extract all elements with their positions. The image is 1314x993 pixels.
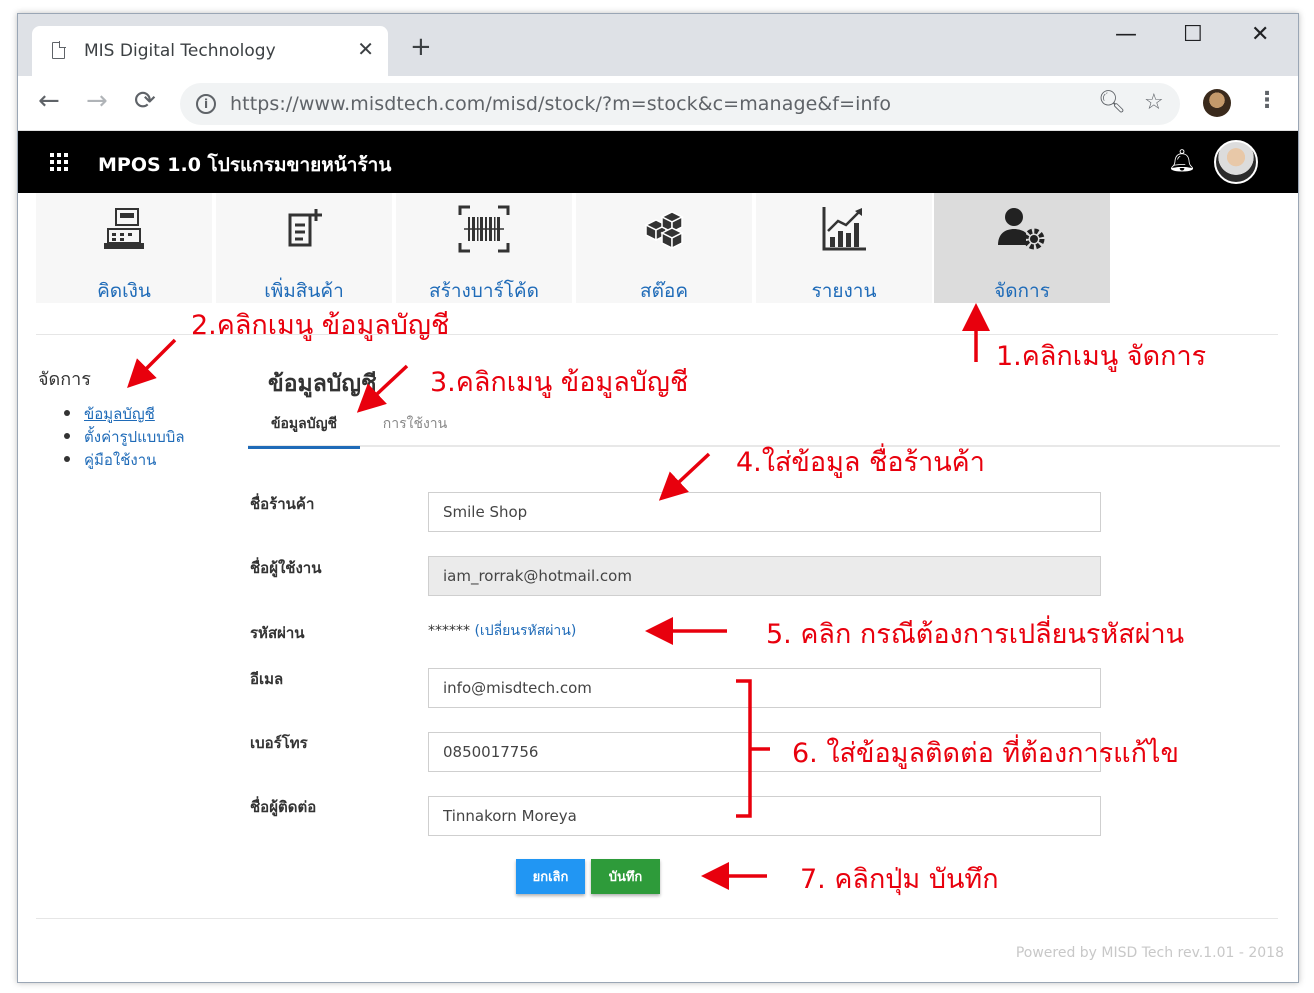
cancel-button[interactable]: ยกเลิก bbox=[516, 859, 585, 894]
address-bar[interactable]: i https://www.misdtech.com/misd/stock/?m… bbox=[180, 83, 1180, 125]
username-input[interactable] bbox=[428, 556, 1101, 596]
reload-icon[interactable]: ⟳ bbox=[134, 88, 156, 114]
new-tab-button[interactable]: + bbox=[410, 34, 432, 60]
email-label: อีเมล bbox=[250, 670, 284, 688]
user-avatar[interactable] bbox=[1214, 140, 1258, 184]
menu-label: เพิ่มสินค้า bbox=[264, 280, 344, 302]
barcode-icon bbox=[396, 203, 572, 268]
username-label: ชื่อผู้ใช้งาน bbox=[250, 559, 322, 577]
sidebar-heading: จัดการ bbox=[38, 369, 91, 390]
cash-register-icon bbox=[36, 203, 212, 268]
sidebar-item-label[interactable]: ข้อมูลบัญชี bbox=[84, 405, 155, 423]
tab-close-icon[interactable]: ✕ bbox=[357, 37, 374, 61]
password-value: ****** (เปลี่ยนรหัสผ่าน) bbox=[428, 620, 576, 642]
menu-label: คิดเงิน bbox=[97, 280, 151, 302]
browser-menu-icon[interactable]: ⋮ bbox=[1256, 88, 1278, 113]
menu-tile-report[interactable]: รายงาน bbox=[756, 193, 932, 303]
add-product-icon bbox=[216, 203, 392, 268]
footer-text: Powered by MISD Tech rev.1.01 - 2018 bbox=[1015, 945, 1284, 961]
stock-boxes-icon bbox=[576, 203, 752, 268]
maximize-button[interactable]: ☐ bbox=[1183, 22, 1203, 47]
menu-tile-barcode[interactable]: สร้างบาร์โค้ด bbox=[396, 193, 572, 303]
report-chart-icon bbox=[756, 203, 932, 268]
menu-tile-add-product[interactable]: เพิ่มสินค้า bbox=[216, 193, 392, 303]
browser-tab[interactable]: MIS Digital Technology ✕ bbox=[32, 26, 388, 76]
menu-label: จัดการ bbox=[994, 280, 1050, 302]
bookmark-star-icon[interactable]: ☆ bbox=[1144, 90, 1164, 115]
menu-tile-cashier[interactable]: คิดเงิน bbox=[36, 193, 212, 303]
contact-input[interactable] bbox=[428, 796, 1101, 836]
tab-account-info[interactable]: ข้อมูลบัญชี bbox=[248, 413, 360, 449]
close-window-button[interactable]: ✕ bbox=[1251, 22, 1269, 47]
forward-icon[interactable]: → bbox=[86, 88, 108, 114]
info-icon[interactable]: i bbox=[196, 94, 216, 114]
menu-label: สร้างบาร์โค้ด bbox=[429, 280, 539, 302]
sidebar-menu: ข้อมูลบัญชี ตั้งค่ารูปแบบบิล คู่มือใช้งา… bbox=[64, 402, 185, 471]
shop-name-input[interactable] bbox=[428, 492, 1101, 532]
browser-window: MIS Digital Technology ✕ + — ☐ ✕ ← → ⟳ i… bbox=[17, 13, 1299, 983]
back-icon[interactable]: ← bbox=[38, 88, 60, 114]
notification-bell-icon[interactable]: 🔔︎ bbox=[1168, 149, 1196, 174]
annotation-step-7: 7. คลิกปุ่ม บันทึก bbox=[800, 864, 999, 895]
annotation-step-2: 2.คลิกเมนู ข้อมูลบัญชี bbox=[191, 310, 450, 341]
password-mask: ****** bbox=[428, 623, 470, 639]
annotation-step-5: 5. คลิก กรณีต้องการเปลี่ยนรหัสผ่าน bbox=[766, 619, 1185, 650]
url-text[interactable]: https://www.misdtech.com/misd/stock/?m=s… bbox=[230, 93, 891, 115]
annotation-step-1: 1.คลิกเมนู จัดการ bbox=[996, 341, 1207, 372]
sidebar-item-account-info[interactable]: ข้อมูลบัญชี bbox=[64, 402, 185, 425]
apps-grid-icon[interactable] bbox=[50, 153, 68, 171]
save-button[interactable]: บันทึก bbox=[591, 859, 660, 894]
sidebar-item-manual[interactable]: คู่มือใช้งาน bbox=[64, 448, 185, 471]
sidebar-item-label[interactable]: ตั้งค่ารูปแบบบิล bbox=[84, 428, 185, 446]
tab-strip: MIS Digital Technology ✕ + — ☐ ✕ bbox=[18, 14, 1298, 76]
sidebar-item-bill-settings[interactable]: ตั้งค่ารูปแบบบิล bbox=[64, 425, 185, 448]
page-icon bbox=[52, 41, 66, 59]
phone-label: เบอร์โทร bbox=[250, 734, 308, 752]
tab-usage[interactable]: การใช้งาน bbox=[360, 413, 470, 449]
menu-label: รายงาน bbox=[811, 280, 877, 302]
user-settings-icon bbox=[934, 203, 1110, 268]
menu-label: สต๊อค bbox=[639, 280, 689, 302]
app-header: MPOS 1.0 โปรแกรมขายหน้าร้าน 🔔︎ bbox=[18, 131, 1298, 193]
contact-label: ชื่อผู้ติดต่อ bbox=[250, 798, 317, 816]
annotation-step-3: 3.คลิกเมนู ข้อมูลบัญชี bbox=[430, 367, 689, 398]
page-title: ข้อมูลบัญชี bbox=[268, 371, 377, 397]
change-password-link[interactable]: (เปลี่ยนรหัสผ่าน) bbox=[474, 623, 576, 639]
browser-toolbar: ← → ⟳ i https://www.misdtech.com/misd/st… bbox=[18, 76, 1298, 131]
menu-tile-manage[interactable]: จัดการ bbox=[934, 193, 1110, 303]
menu-tile-stock[interactable]: สต๊อค bbox=[576, 193, 752, 303]
zoom-icon[interactable]: 🔍︎ bbox=[1098, 90, 1126, 115]
sidebar-item-label[interactable]: คู่มือใช้งาน bbox=[84, 451, 156, 469]
footer-divider bbox=[36, 918, 1278, 919]
email-input[interactable] bbox=[428, 668, 1101, 708]
profile-avatar[interactable] bbox=[1203, 89, 1231, 117]
annotation-step-4: 4.ใส่ข้อมูล ชื่อร้านค้า bbox=[736, 447, 985, 478]
minimize-button[interactable]: — bbox=[1115, 22, 1137, 47]
app-title: MPOS 1.0 โปรแกรมขายหน้าร้าน bbox=[98, 154, 392, 176]
annotation-step-6: 6. ใส่ข้อมูลติดต่อ ที่ต้องการแก้ไข bbox=[792, 738, 1179, 769]
password-label: รหัสผ่าน bbox=[250, 624, 305, 642]
tab-title: MIS Digital Technology bbox=[84, 41, 276, 61]
shop-name-label: ชื่อร้านค้า bbox=[250, 495, 315, 513]
